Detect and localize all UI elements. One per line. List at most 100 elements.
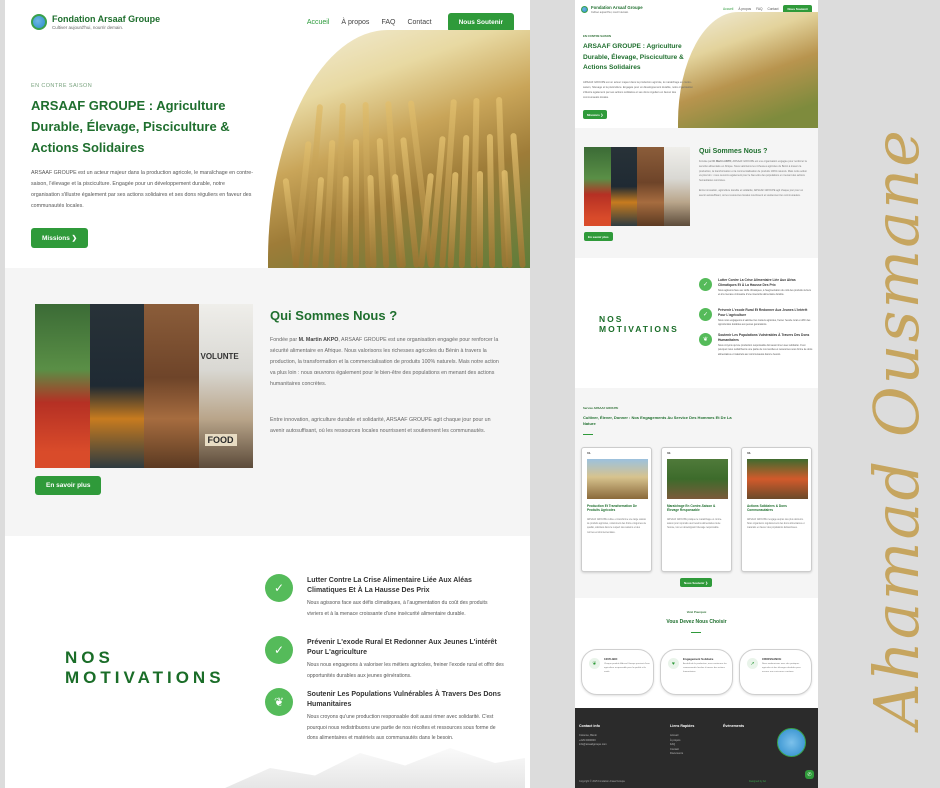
services-title: Cultiver, Élever, Donner : Nos Engagemen… xyxy=(583,415,732,426)
footer-links-list: Accueil À propos FAQ Contact Documents xyxy=(670,734,683,757)
logo-title: Fondation Arsaaf Groupe xyxy=(52,14,161,24)
logo-subtitle: Cultiver aujourd'hui, nourrir demain. xyxy=(591,10,629,14)
leaf-icon: ❦ xyxy=(265,688,293,716)
footer-link[interactable]: Documents xyxy=(670,752,683,757)
motivations-title: NOS MOTIVATIONS xyxy=(65,648,225,688)
motivation-heading: Soutenir Les Populations Vulnérables À T… xyxy=(307,691,501,708)
about-paragraph-1: Fondée par M. Martin AKPO, ARSAAF GROUPE… xyxy=(270,335,502,390)
wheat-stalk xyxy=(486,133,496,268)
service-card[interactable]: 02. Maraîchage En Contre-Saison & Élevag… xyxy=(661,447,732,572)
check-icon: ✓ xyxy=(265,574,293,602)
footer-contact-title: Contact info xyxy=(579,724,600,728)
card-number: 01. xyxy=(587,451,592,455)
nav-link-apropos[interactable]: À propos xyxy=(341,19,369,26)
founder-name: M. Martin AKPO xyxy=(712,160,732,163)
site-logo[interactable]: Fondation Arsaaf Groupe Cultiver aujourd… xyxy=(591,5,643,14)
logo-icon[interactable] xyxy=(581,5,588,13)
hero-wheat-image xyxy=(268,30,530,268)
collage-fish xyxy=(610,147,637,226)
nav-link-apropos[interactable]: À propos xyxy=(738,7,751,11)
growth-chart-icon: ↗ xyxy=(747,658,758,669)
footer-contact-line[interactable]: info@arsaafgroupe.com xyxy=(579,743,607,748)
missions-button[interactable]: Missions ❯ xyxy=(583,110,608,119)
nav-link-accueil[interactable]: Accueil xyxy=(307,19,330,26)
motivation-heading: Lutter Contre La Crise Alimentaire Liée … xyxy=(307,577,472,594)
hero-kicker: EN CONTRE SAISON xyxy=(31,83,93,89)
footer-links-title: Liens Rapides xyxy=(670,724,695,728)
signature-text: Ahamad Ousmane xyxy=(860,128,933,728)
pill-title: Engagement Solidaire xyxy=(683,657,714,661)
motivation-text: Nous croyons qu'une production responsab… xyxy=(307,714,496,741)
motivations-section: NOS MOTIVATIONS ✓ Lutter Contre La Crise… xyxy=(5,536,530,788)
collage-cow xyxy=(144,304,199,468)
motivations-title-line1: NOS xyxy=(65,648,114,667)
logo-title: Fondation Arsaaf Groupe xyxy=(591,4,643,10)
hero-description: ARSAAF GROUPE est un acteur majeur dans … xyxy=(583,81,693,99)
portfolio-canvas: Fondation Arsaaf Groupe Cultiver aujourd… xyxy=(0,0,940,788)
hero-title: ARSAAF GROUPE : Agriculture Durable, Éle… xyxy=(583,43,684,71)
motivations-title: NOS MOTIVATIONS xyxy=(599,314,679,334)
card-title: Maraîchage En Contre-Saison & Élevage Re… xyxy=(667,504,716,513)
footer-events-title: Événements xyxy=(723,724,745,728)
collage-cow xyxy=(637,147,664,226)
wheat-stalk xyxy=(376,137,390,268)
motivations-title-line1: NOS xyxy=(599,314,624,324)
card-text: ARSAAF GROUPE cultive et transforme une … xyxy=(587,519,646,534)
support-button[interactable]: Nous Soutenir ❯ xyxy=(680,578,712,587)
title-underline xyxy=(691,632,701,633)
leaf-icon: ❦ xyxy=(589,658,600,669)
learn-more-button[interactable]: En savoir plus xyxy=(584,232,613,241)
card-image xyxy=(587,459,648,499)
about-collage-image xyxy=(584,147,690,226)
about-title: Qui Sommes Nous ? xyxy=(270,308,398,323)
card-number: 03. xyxy=(747,451,752,455)
hero-kicker: EN CONTRE SAISON xyxy=(583,34,611,38)
logo-subtitle: Cultiver aujourd'hui, nourrir demain. xyxy=(52,25,124,30)
about-title: Qui Sommes Nous ? xyxy=(699,148,768,155)
collage-volunteer: VOLUNTE FOOD xyxy=(198,304,253,468)
card-text: ARSAAF GROUPE pratique le maraîchage en … xyxy=(667,519,722,530)
about-p1-rest: , ARSAAF GROUPE est une organisation eng… xyxy=(270,337,499,387)
nav-link-accueil[interactable]: Accueil xyxy=(723,7,733,11)
footer-copyright: Copyright © 2025 Fondation Arsaaf Groupe xyxy=(579,780,626,783)
check-icon: ✓ xyxy=(699,308,712,321)
service-card[interactable]: 01. Production Et Transformation De Prod… xyxy=(581,447,652,572)
handshake-icon: ♥ xyxy=(668,658,679,669)
feature-pill: ❦ 100% BIO Chaque produit d'Arsaaf Group… xyxy=(581,649,654,695)
card-image xyxy=(667,459,728,499)
about-section: VOLUNTE FOOD Qui Sommes Nous ? Fondée pa… xyxy=(5,268,530,536)
nav-link-contact[interactable]: Contact xyxy=(767,7,778,11)
about-collage-image: VOLUNTE FOOD xyxy=(35,304,253,468)
collage-vegetables xyxy=(584,147,611,226)
motivation-heading: Prévenir L'exode Rural Et Redonner Aux J… xyxy=(307,639,497,656)
logo-icon[interactable] xyxy=(31,14,47,30)
check-icon: ✓ xyxy=(699,278,712,291)
footer-contact-list: Cotonou, Bénin +229 0000000 info@arsaafg… xyxy=(579,734,607,748)
collage-volunteer xyxy=(663,147,690,226)
footer-credit[interactable]: Designed by AA xyxy=(749,780,766,783)
learn-more-button[interactable]: En savoir plus xyxy=(35,476,102,495)
nav-menu: Accueil À propos FAQ Contact Nous Souten… xyxy=(307,12,514,32)
missions-button[interactable]: Missions ❯ xyxy=(31,228,89,248)
pill-text: Chaque produit d'Arsaaf Groupe provient … xyxy=(604,663,650,673)
nav-link-faq[interactable]: FAQ xyxy=(381,19,395,26)
site-logo[interactable]: Fondation Arsaaf Groupe Cultiver aujourd… xyxy=(52,14,160,30)
feature-pill: ♥ Engagement Solidaire Au-delà de la pro… xyxy=(660,649,733,695)
volunteer-shirt-text: VOLUNTE xyxy=(200,352,239,361)
about-p1-prefix: Fondée par xyxy=(699,160,712,163)
nav-link-faq[interactable]: FAQ xyxy=(756,7,762,11)
wheat-stalk xyxy=(510,132,526,268)
collage-fish xyxy=(89,304,144,468)
about-paragraph-2: Entre innovation, agriculture durable et… xyxy=(270,417,491,434)
support-button[interactable]: Nous Soutenir xyxy=(447,12,514,32)
pill-title: 100% BIO xyxy=(604,657,618,661)
title-underline xyxy=(583,434,593,435)
motivation-text: Nous agissons face aux défis climatiques… xyxy=(307,600,488,617)
leaf-icon: ❦ xyxy=(699,333,712,346)
author-signature: Ahamad Ousmane xyxy=(778,20,938,780)
wheat-stalk xyxy=(353,139,359,268)
nav-link-contact[interactable]: Contact xyxy=(407,19,431,26)
food-box-text: FOOD xyxy=(204,434,237,446)
wheat-stalk xyxy=(322,139,336,268)
card-number: 02. xyxy=(667,451,672,455)
